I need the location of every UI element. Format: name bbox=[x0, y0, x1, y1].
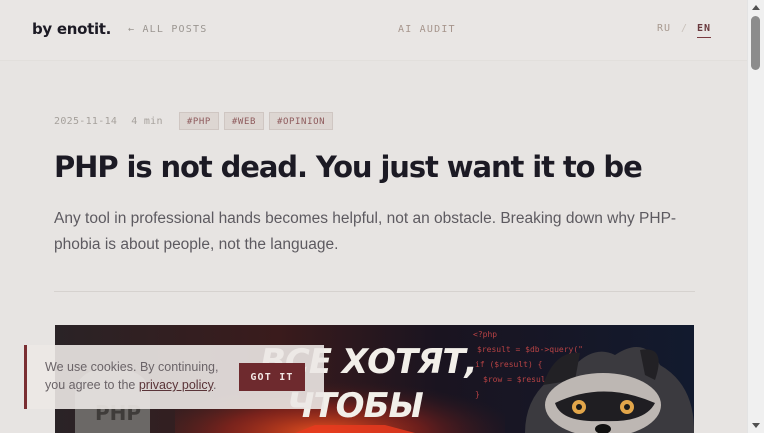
accept-cookies-button[interactable]: GOT IT bbox=[239, 363, 305, 391]
svg-text:}: } bbox=[475, 390, 480, 399]
ai-audit-link[interactable]: AI AUDIT bbox=[398, 24, 456, 35]
privacy-policy-link[interactable]: privacy policy bbox=[139, 378, 213, 392]
brand-logo[interactable]: by enotit. bbox=[32, 20, 111, 38]
tag-opinion[interactable]: #OPINION bbox=[268, 112, 334, 130]
lang-en-link[interactable]: EN bbox=[697, 23, 712, 38]
page: by enotit. ← ALL POSTS AI AUDIT RU / EN … bbox=[0, 0, 764, 433]
svg-text:$result = $db->query(": $result = $db->query(" bbox=[477, 345, 583, 354]
lang-ru-link[interactable]: RU bbox=[657, 23, 671, 34]
tag-php[interactable]: #PHP bbox=[178, 112, 219, 130]
svg-text:<?php: <?php bbox=[473, 330, 497, 339]
site-header: by enotit. ← ALL POSTS AI AUDIT RU / EN bbox=[0, 0, 748, 61]
article-lead: Any tool in professional hands becomes h… bbox=[54, 210, 677, 253]
tag-web[interactable]: #WEB bbox=[223, 112, 264, 130]
all-posts-link[interactable]: ← ALL POSTS bbox=[128, 24, 207, 35]
cookie-banner: We use cookies. By continuing, you agree… bbox=[24, 345, 324, 409]
cookie-text: We use cookies. By continuing, you agree… bbox=[45, 360, 219, 392]
lang-separator: / bbox=[681, 23, 689, 34]
scroll-thumb[interactable] bbox=[751, 16, 760, 70]
divider bbox=[54, 291, 695, 292]
publish-date: 2025-11-14 bbox=[54, 115, 118, 127]
scrollbar[interactable] bbox=[747, 0, 764, 433]
article-meta: 2025-11-14 4 min #PHP #WEB #OPINION bbox=[54, 112, 338, 130]
article-title: PHP is not dead. You just want it to be bbox=[54, 150, 643, 184]
svg-text:$row = $result: $row = $result bbox=[483, 375, 551, 384]
svg-text:if ($result) {: if ($result) { bbox=[475, 360, 542, 369]
scroll-up-icon[interactable] bbox=[752, 5, 760, 10]
scroll-down-icon[interactable] bbox=[752, 423, 760, 428]
read-time: 4 min bbox=[131, 115, 163, 127]
